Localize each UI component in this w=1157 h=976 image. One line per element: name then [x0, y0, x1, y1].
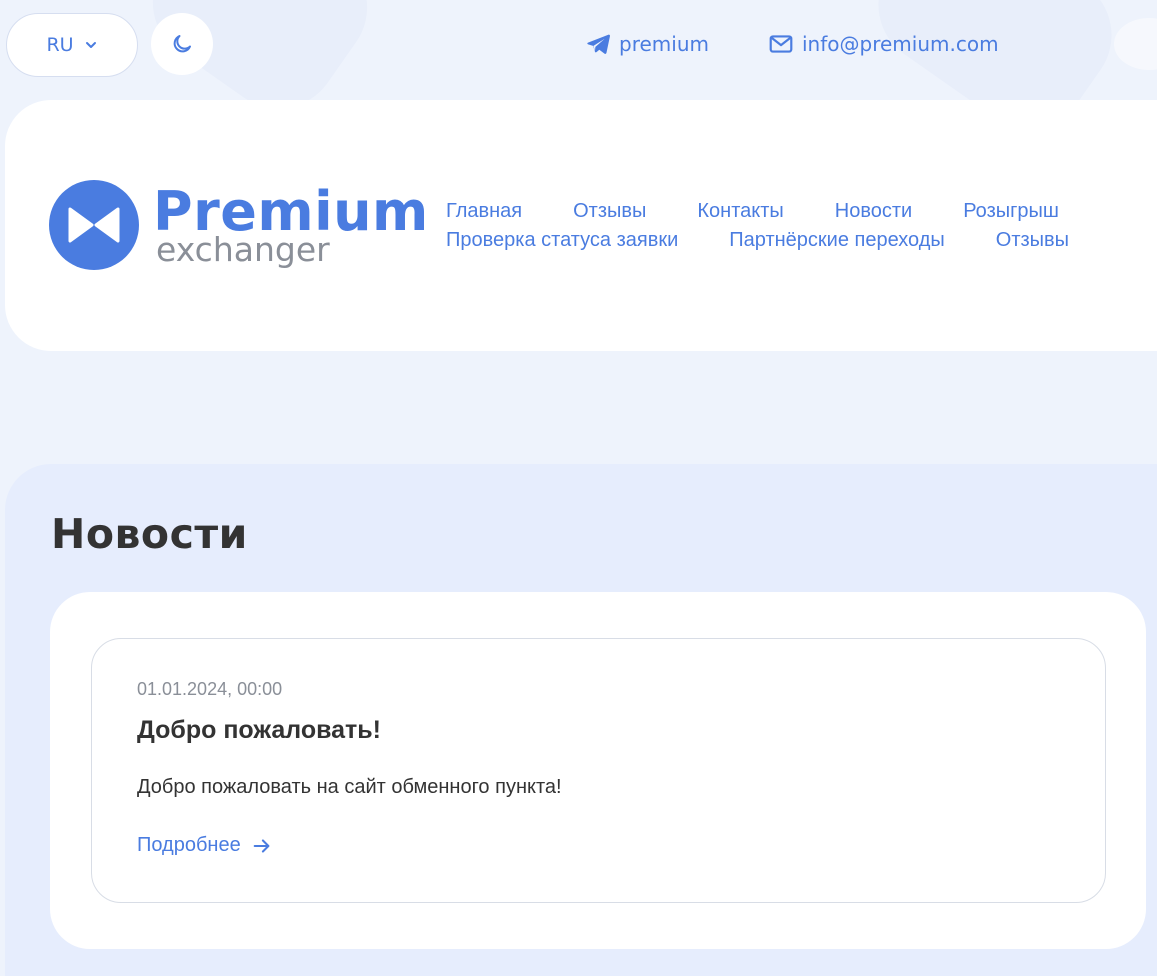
- nav-link-order-status[interactable]: Проверка статуса заявки: [446, 229, 678, 252]
- nav-link-news[interactable]: Новости: [835, 200, 912, 223]
- news-date: 01.01.2024, 00:00: [137, 679, 283, 699]
- read-more-label: Подробнее: [137, 834, 241, 856]
- telegram-icon: [587, 34, 610, 54]
- logo-mark: [49, 180, 139, 270]
- decorative-circle: [1114, 18, 1157, 70]
- email-link[interactable]: info@premium.com: [768, 31, 999, 57]
- nav-link-giveaway[interactable]: Розыгрыш: [963, 200, 1059, 223]
- bowtie-logo-icon: [68, 207, 120, 243]
- main-navigation: Главная Отзывы Контакты Новости Розыгрыш…: [446, 197, 1157, 255]
- telegram-link[interactable]: premium: [585, 31, 709, 57]
- nav-link-home[interactable]: Главная: [446, 200, 522, 223]
- chevron-down-icon: [85, 42, 96, 48]
- language-selector[interactable]: RU: [6, 13, 138, 77]
- read-more-link[interactable]: Подробнее: [137, 834, 273, 857]
- nav-link-contacts[interactable]: Контакты: [697, 200, 783, 223]
- nav-row: Главная Отзывы Контакты Новости Розыгрыш: [446, 197, 1157, 226]
- nav-link-reviews-2[interactable]: Отзывы: [996, 229, 1069, 252]
- page-title: Новости: [51, 510, 248, 558]
- site-logo[interactable]: Premium exchanger: [49, 180, 429, 270]
- language-label: RU: [46, 34, 74, 56]
- mail-icon: [769, 35, 793, 53]
- nav-link-reviews[interactable]: Отзывы: [573, 200, 646, 223]
- page: RU premium info@premium.com Premium exch…: [0, 0, 1157, 976]
- email-label: info@premium.com: [802, 32, 999, 56]
- arrow-right-icon: [253, 838, 270, 853]
- news-excerpt: Добро пожаловать на сайт обменного пункт…: [137, 776, 562, 798]
- moon-icon: [173, 35, 191, 53]
- telegram-label: premium: [619, 32, 709, 56]
- news-item: [91, 638, 1106, 903]
- nav-row: Проверка статуса заявки Партнёрские пере…: [446, 226, 1157, 255]
- nav-link-partner-referrals[interactable]: Партнёрские переходы: [729, 229, 945, 252]
- news-title[interactable]: Добро пожаловать!: [137, 716, 381, 745]
- theme-toggle-button[interactable]: [151, 13, 213, 75]
